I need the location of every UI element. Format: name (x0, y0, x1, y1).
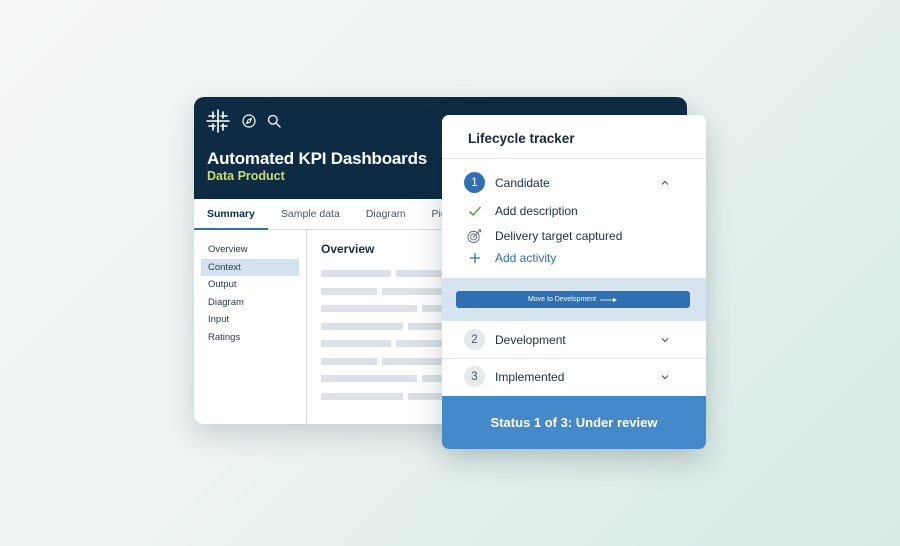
tab-summary[interactable]: Summary (194, 199, 268, 230)
arrow-right-icon (600, 297, 618, 302)
check-icon (467, 203, 482, 218)
sidebar-item-diagram[interactable]: Diagram (201, 294, 299, 312)
sub-item-add-activity[interactable]: Add activity (467, 250, 556, 265)
sub-item-add-description[interactable]: Add description (467, 203, 578, 218)
chevron-down-icon[interactable] (660, 335, 670, 345)
sidebar-item-context[interactable]: Context (201, 258, 299, 276)
tracker-title: Lifecycle tracker (468, 131, 575, 146)
tab-diagram[interactable]: Diagram (353, 199, 419, 229)
compass-icon[interactable] (242, 114, 256, 128)
step-label: Candidate (495, 175, 550, 190)
step-number: 2 (464, 329, 485, 350)
step-implemented[interactable]: 3 Implemented (464, 366, 670, 387)
step-candidate[interactable]: 1 Candidate (464, 172, 670, 193)
plus-icon (467, 250, 482, 265)
add-activity-link[interactable]: Add activity (495, 251, 556, 265)
sidebar-item-ratings[interactable]: Ratings (201, 329, 299, 347)
step-development[interactable]: 2 Development (464, 329, 670, 350)
sidebar: Overview Context Output Diagram Input Ra… (194, 230, 307, 424)
logo-icon[interactable] (206, 109, 230, 133)
step-label: Development (495, 332, 566, 347)
header-toolbar (206, 109, 281, 133)
tab-sample-data[interactable]: Sample data (268, 199, 353, 229)
divider (442, 158, 706, 159)
target-icon (467, 228, 482, 243)
page-subtitle: Data Product (207, 169, 285, 183)
step-number: 1 (464, 172, 485, 193)
sub-item-delivery-target[interactable]: Delivery target captured (467, 228, 622, 243)
status-bar: Status 1 of 3: Under review (442, 396, 706, 449)
page-title: Automated KPI Dashboards (207, 149, 428, 168)
sidebar-item-output[interactable]: Output (201, 276, 299, 294)
sidebar-item-input[interactable]: Input (201, 311, 299, 329)
chevron-down-icon[interactable] (660, 372, 670, 382)
divider (442, 358, 706, 359)
move-to-development-button[interactable]: Move to Development (456, 291, 690, 308)
action-strip: Move to Development (442, 278, 706, 321)
chevron-up-icon[interactable] (660, 178, 670, 188)
move-button-label: Move to Development (527, 296, 597, 303)
step-label: Implemented (495, 369, 565, 384)
sidebar-item-overview[interactable]: Overview (201, 241, 299, 259)
lifecycle-tracker-card: Lifecycle tracker 1 Candidate Add descri… (442, 115, 706, 449)
step-number: 3 (464, 366, 485, 387)
search-icon[interactable] (267, 114, 281, 128)
sub-item-label: Delivery target captured (495, 228, 623, 243)
sub-item-label: Add description (495, 203, 578, 218)
